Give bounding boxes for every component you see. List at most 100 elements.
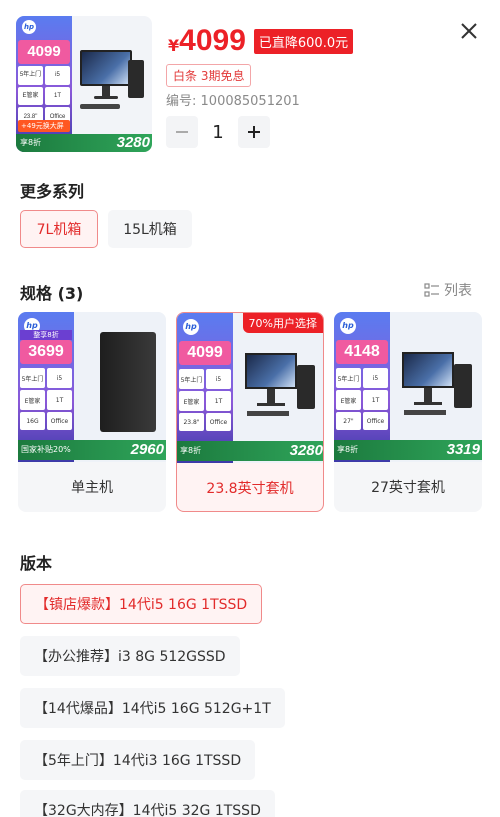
promo-final-price: 3319 <box>446 441 480 458</box>
monitor-image <box>402 352 454 388</box>
list-view-icon <box>424 283 439 297</box>
promo-spec: 5年上门 <box>18 66 43 85</box>
promo-deal-bar: 享8折 3280 <box>16 134 152 152</box>
sku-code: 编号: 100085051201 <box>166 90 300 109</box>
increment-button[interactable] <box>238 116 270 148</box>
promo-spec: i5 <box>47 368 72 388</box>
promo-deal-bar: 享8折 3280 <box>177 441 323 461</box>
pc-tower-image <box>128 60 144 98</box>
promo-spec: 1T <box>206 391 231 411</box>
promo-spec: E管家 <box>18 86 43 106</box>
decrement-button[interactable] <box>166 116 198 148</box>
promo-bonus: +49元换大屏 <box>18 120 70 132</box>
spec-image: hp 4099 5年上门 i5 E管家 1T 23.8" Office 享8折 … <box>177 313 323 463</box>
promo-badge: 整享8折 <box>20 330 72 340</box>
promo-spec: 27" <box>336 412 361 430</box>
promo-spec: i5 <box>363 368 388 388</box>
monitor-base <box>414 402 442 405</box>
sku-label: 编号: <box>166 94 197 109</box>
promo-deal-bar: 国家补贴20% 2960 <box>18 440 166 460</box>
hp-logo: hp <box>22 20 36 34</box>
promo-spec: Office <box>363 412 388 430</box>
monitor-base <box>257 403 285 406</box>
promo-spec: 1T <box>45 86 70 106</box>
close-icon <box>461 23 477 39</box>
monitor-base <box>94 96 118 99</box>
spec-card-23-8[interactable]: hp 4099 5年上门 i5 E管家 1T 23.8" Office 享8折 … <box>176 312 324 512</box>
promo-spec-grid: 5年上门 i5 E管家 1T 23.8" Office <box>18 66 70 126</box>
promo-spec: 1T <box>363 390 388 410</box>
hp-logo: hp <box>340 318 356 334</box>
promo-spec: 16G <box>20 412 45 430</box>
spec-card-host-only[interactable]: hp 整享8折 3699 5年上门 i5 E管家 1T 16G Office 国… <box>18 312 166 512</box>
promo-deal: 享8折 <box>20 138 42 147</box>
pc-tower-image <box>454 364 472 408</box>
promo-banner: hp 4099 5年上门 i5 E管家 1T 23.8" Office +49元… <box>16 16 72 152</box>
version-option[interactable]: 【5年上门】14代i3 16G 1TSSD <box>20 740 256 780</box>
monitor-stand <box>424 388 432 402</box>
promo-spec: 5年上门 <box>336 368 361 388</box>
spec-card-27[interactable]: hp 4148 5年上门 i5 E管家 1T 27" Office 享8折 33… <box>334 312 482 512</box>
monitor-stand <box>267 389 275 403</box>
promo-spec: E管家 <box>336 390 361 410</box>
popular-ribbon: 70%用户选择 <box>242 313 323 333</box>
keyboard-image <box>80 104 120 109</box>
sku-value: 100085051201 <box>200 94 300 109</box>
promo-spec: Office <box>47 412 72 430</box>
price: 4099 <box>179 24 246 57</box>
discount-badge: 已直降600.0元 <box>253 28 354 54</box>
hp-logo: hp <box>183 319 199 335</box>
promo-price: 4099 <box>179 341 231 365</box>
quantity-value[interactable]: 1 <box>198 122 238 143</box>
spec-label: 23.8英寸套机 <box>206 481 294 497</box>
promo-deal: 享8折 <box>337 445 359 454</box>
close-button[interactable] <box>456 18 482 44</box>
list-view-toggle[interactable]: 列表 <box>424 280 472 300</box>
version-option[interactable]: 【办公推荐】i3 8G 512GSSD <box>20 636 240 676</box>
promo-spec: E管家 <box>20 390 45 410</box>
spec-image: hp 4148 5年上门 i5 E管家 1T 27" Office 享8折 33… <box>334 312 482 462</box>
version-title: 版本 <box>20 554 53 573</box>
keyboard-image <box>404 410 446 415</box>
installment-badge: 白条 3期免息 <box>166 64 252 87</box>
promo-price: 4148 <box>336 340 388 364</box>
promo-price: 4099 <box>18 40 70 64</box>
promo-spec: Office <box>206 413 231 431</box>
promo-price: 3699 <box>20 340 72 364</box>
promo-deal: 享8折 <box>180 446 202 455</box>
quantity-stepper: 1 <box>166 116 270 148</box>
pc-tower-image <box>297 365 315 409</box>
version-option[interactable]: 【32G大内存】14代i5 32G 1TSSD <box>20 790 275 817</box>
promo-spec: 1T <box>47 390 72 410</box>
monitor-image <box>80 50 132 86</box>
promo-spec: 23.8" <box>179 413 204 431</box>
promo-spec-grid: 5年上门 i5 E管家 1T 23.8" Office <box>179 369 231 431</box>
promo-final-price: 2960 <box>130 441 164 458</box>
series-title: 更多系列 <box>20 182 85 201</box>
promo-spec-grid: 5年上门 i5 E管家 1T 16G Office <box>20 368 72 430</box>
series-option-15l[interactable]: 15L机箱 <box>108 210 192 248</box>
plus-icon <box>248 126 260 138</box>
sku-selector-sheet: hp 4099 5年上门 i5 E管家 1T 23.8" Office +49元… <box>0 0 500 817</box>
monitor-image <box>245 353 297 389</box>
monitor-stand <box>102 86 110 96</box>
promo-spec: 5年上门 <box>20 368 45 388</box>
promo-spec: 5年上门 <box>179 369 204 389</box>
minus-icon <box>176 131 188 133</box>
spec-label: 27英寸套机 <box>371 480 445 496</box>
list-view-label: 列表 <box>444 283 472 299</box>
promo-spec: i5 <box>206 369 231 389</box>
currency-symbol: ¥ <box>168 35 180 55</box>
pc-tower-image <box>100 332 156 432</box>
promo-final-price: 3280 <box>116 134 150 151</box>
price-row: ¥ 4099 已直降600.0元 <box>168 24 354 58</box>
promo-deal-bar: 享8折 3319 <box>334 440 482 460</box>
promo-spec: E管家 <box>179 391 204 411</box>
series-option-7l[interactable]: 7L机箱 <box>20 210 98 248</box>
keyboard-image <box>247 411 289 416</box>
promo-spec-grid: 5年上门 i5 E管家 1T 27" Office <box>336 368 388 430</box>
spec-label: 单主机 <box>71 480 113 496</box>
version-option[interactable]: 【14代爆品】14代i5 16G 512G+1T <box>20 688 285 728</box>
specs-title: 规格 (3) <box>20 284 84 303</box>
version-option[interactable]: 【镇店爆款】14代i5 16G 1TSSD <box>20 584 263 624</box>
